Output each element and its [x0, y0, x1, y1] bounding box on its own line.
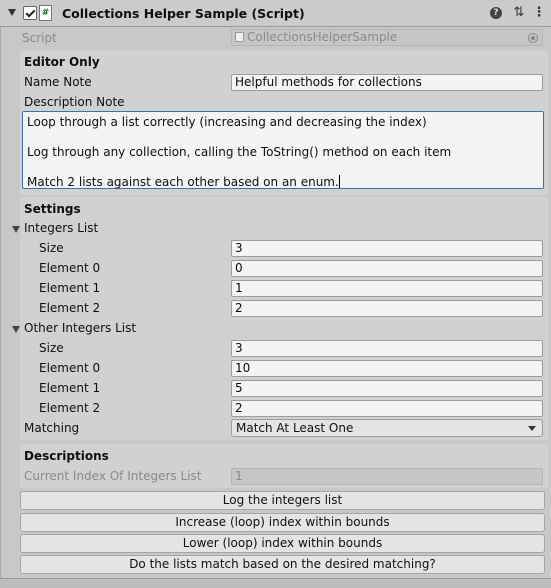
integers-list-label[interactable]: Integers List	[24, 221, 98, 235]
name-note-label: Name Note	[24, 75, 92, 89]
element-label: Element 0	[39, 261, 101, 275]
script-object-value: CollectionsHelperSample	[247, 30, 398, 44]
description-line: Match 2 lists against each other based o…	[27, 175, 340, 189]
matching-dropdown[interactable]: Match At Least One	[231, 419, 543, 437]
name-note-field[interactable]: Helpful methods for collections	[231, 74, 543, 91]
expand-arrow-icon[interactable]	[12, 226, 20, 233]
matching-label: Matching	[24, 421, 80, 435]
inspector-bottom-bar	[0, 578, 551, 588]
settings-heading: Settings	[24, 202, 81, 216]
script-object-field[interactable]: CollectionsHelperSample	[231, 29, 543, 46]
object-picker-icon[interactable]	[528, 33, 538, 43]
chevron-down-icon	[528, 426, 536, 431]
other-integers-list-label[interactable]: Other Integers List	[24, 321, 136, 335]
other-size-field[interactable]: 3	[231, 340, 543, 357]
integers-element-field[interactable]: 0	[231, 260, 543, 277]
preset-icon[interactable]: ⇅	[511, 5, 527, 21]
description-line: Loop through a list correctly (increasin…	[27, 115, 427, 129]
description-line: Log through any collection, calling the …	[27, 145, 452, 159]
matching-value: Match At Least One	[236, 421, 354, 435]
script-label: Script	[22, 31, 57, 45]
element-label: Element 0	[39, 361, 101, 375]
fold-arrow-icon[interactable]	[8, 9, 16, 16]
component-title: Collections Helper Sample (Script)	[62, 6, 305, 21]
menu-icon[interactable]: ⋮	[531, 5, 547, 21]
expand-arrow-icon[interactable]	[12, 326, 20, 333]
element-label: Element 2	[39, 401, 101, 415]
text-cursor	[338, 175, 340, 188]
size-label: Size	[39, 241, 64, 255]
current-index-label: Current Index Of Integers List	[24, 469, 202, 483]
lower-index-button[interactable]: Lower (loop) index within bounds	[20, 534, 545, 553]
other-element-field[interactable]: 2	[231, 400, 543, 417]
description-note-textarea[interactable]: Loop through a list correctly (increasin…	[22, 111, 544, 189]
element-label: Element 1	[39, 381, 101, 395]
other-element-field[interactable]: 10	[231, 360, 543, 377]
integers-size-field[interactable]: 3	[231, 240, 543, 257]
size-label: Size	[39, 341, 64, 355]
script-file-icon	[235, 32, 244, 42]
component-header[interactable]: # Collections Helper Sample (Script) ? ⇅…	[0, 0, 551, 27]
current-index-field: 1	[231, 468, 543, 485]
description-note-label: Description Note	[24, 95, 125, 109]
increase-index-button[interactable]: Increase (loop) index within bounds	[20, 513, 545, 532]
integers-element-field[interactable]: 2	[231, 300, 543, 317]
descriptions-heading: Descriptions	[24, 449, 109, 463]
element-label: Element 1	[39, 281, 101, 295]
editor-only-heading: Editor Only	[24, 55, 100, 69]
help-icon[interactable]: ?	[490, 7, 502, 19]
inspector-left-border	[0, 27, 1, 578]
integers-element-field[interactable]: 1	[231, 280, 543, 297]
enabled-checkbox[interactable]	[23, 6, 37, 20]
script-icon: #	[39, 5, 52, 21]
other-element-field[interactable]: 5	[231, 380, 543, 397]
log-integers-button[interactable]: Log the integers list	[20, 491, 545, 510]
match-lists-button[interactable]: Do the lists match based on the desired …	[20, 555, 545, 574]
element-label: Element 2	[39, 301, 101, 315]
